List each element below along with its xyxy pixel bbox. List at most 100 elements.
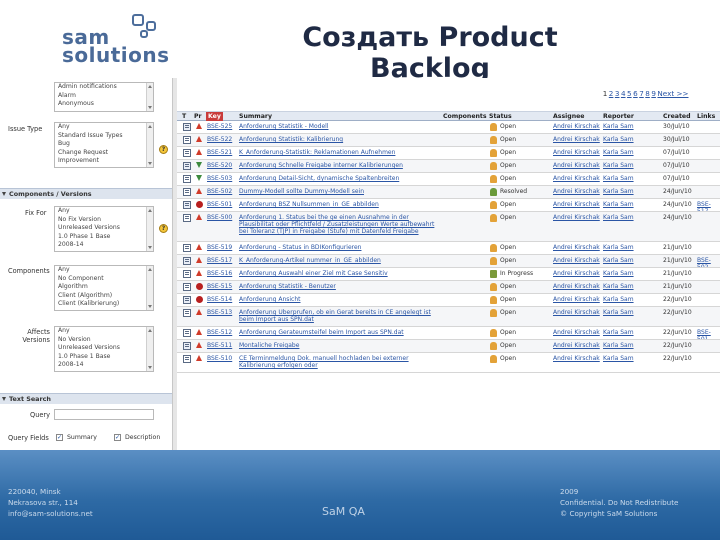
assignee-link[interactable]: Andrei Kirschak [553, 175, 600, 182]
issue-type-option[interactable]: Any [55, 123, 153, 132]
assignee-link[interactable]: Andrei Kirschak [553, 201, 600, 208]
col-status[interactable]: Status [489, 112, 512, 121]
page-link[interactable]: 1 [603, 89, 608, 98]
page-link[interactable]: 5 [627, 89, 632, 98]
scrollbar[interactable] [146, 207, 153, 251]
issue-summary-link[interactable]: Anforderung 1. Status bei the ge einen A… [239, 214, 439, 236]
assignee-link[interactable]: Andrei Kirschak [553, 162, 600, 169]
scrollbar[interactable] [146, 327, 153, 371]
reporter-link[interactable]: Karla Sam [603, 162, 634, 169]
component-option[interactable]: Algorithm [55, 283, 153, 292]
affects-version-option[interactable]: No Version [55, 336, 153, 345]
col-created[interactable]: Created [663, 112, 691, 121]
issue-summary-link[interactable]: Anforderung Statistik - Modell [239, 123, 439, 130]
reporter-link[interactable]: Karla Sam [603, 342, 634, 349]
project-list[interactable]: Admin notifications Alarm Anonymous [54, 82, 154, 112]
description-checkbox[interactable]: ✓ [114, 434, 121, 441]
table-row[interactable]: BSE-501 Anforderung BSZ Nullsummen_in_GE_… [177, 199, 720, 212]
affects-version-option[interactable]: 2008-14 [55, 361, 153, 370]
issue-type-list[interactable]: Any Standard Issue Types Bug Change Requ… [54, 122, 154, 168]
query-input[interactable] [54, 409, 154, 420]
col-links[interactable]: Links [697, 112, 715, 121]
affects-version-option[interactable]: Any [55, 327, 153, 336]
reporter-link[interactable]: Karla Sam [603, 244, 634, 251]
assignee-link[interactable]: Andrei Kirschak [553, 136, 600, 143]
issue-key-link[interactable]: BSE-517 [207, 257, 232, 264]
assignee-link[interactable]: Andrei Kirschak [553, 214, 600, 221]
issue-summary-link[interactable]: Anforderung Ansicht [239, 296, 439, 303]
project-option[interactable]: Alarm [55, 92, 153, 101]
issue-key-link[interactable]: BSE-513 [207, 309, 232, 316]
reporter-link[interactable]: Karla Sam [603, 309, 634, 316]
fix-for-list[interactable]: Any No Fix Version Unreleased Versions 1… [54, 206, 154, 252]
summary-checkbox[interactable]: ✓ [56, 434, 63, 441]
assignee-link[interactable]: Andrei Kirschak [553, 309, 600, 316]
page-link[interactable]: 3 [615, 89, 620, 98]
issue-key-link[interactable]: BSE-503 [207, 175, 232, 182]
fix-for-option[interactable]: Unreleased Versions [55, 224, 153, 233]
assignee-link[interactable]: Andrei Kirschak [553, 244, 600, 251]
reporter-link[interactable]: Karla Sam [603, 188, 634, 195]
table-row[interactable]: BSE-512 Anforderung Gerateumsteifel beim … [177, 327, 720, 340]
assignee-link[interactable]: Andrei Kirschak [553, 188, 600, 195]
reporter-link[interactable]: Karla Sam [603, 355, 634, 362]
project-option[interactable]: Admin notifications [55, 83, 153, 92]
table-row[interactable]: BSE-511 Montaliche Freigabe Open Andrei Kir… [177, 340, 720, 353]
issue-summary-link[interactable]: Dummy-Modell sollte Dummy-Modell sein [239, 188, 439, 195]
scrollbar[interactable] [146, 266, 153, 310]
assignee-link[interactable]: Andrei Kirschak [553, 342, 600, 349]
reporter-link[interactable]: Karla Sam [603, 257, 634, 264]
issue-key-link[interactable]: BSE-520 [207, 162, 232, 169]
issue-key-link[interactable]: BSE-519 [207, 244, 232, 251]
issue-summary-link[interactable]: Anforderung Statistik - Benutzer [239, 283, 439, 290]
reporter-link[interactable]: Karla Sam [603, 214, 634, 221]
page-link[interactable]: 4 [621, 89, 626, 98]
col-reporter[interactable]: Reporter [603, 112, 634, 121]
table-row[interactable]: BSE-519 Anforderung - Status in BDIKonfig… [177, 242, 720, 255]
issue-key-link[interactable]: BSE-500 [207, 214, 232, 221]
component-option[interactable]: Any [55, 266, 153, 275]
table-row[interactable]: BSE-520 Anforderung Schnelle Freigabe int… [177, 160, 720, 173]
issue-summary-link[interactable]: Anforderung Auswahl einer Ziel mit Case … [239, 270, 439, 277]
page-link[interactable]: 6 [633, 89, 638, 98]
issue-key-link[interactable]: BSE-516 [207, 270, 232, 277]
col-assignee[interactable]: Assignee [553, 112, 585, 121]
issue-summary-link[interactable]: Anforderung Gerateumsteifel beim Import … [239, 329, 439, 336]
issue-summary-link[interactable]: CE Terminmeldung Dok. manuell hochladen … [239, 355, 439, 369]
page-link[interactable]: 7 [639, 89, 644, 98]
col-key[interactable]: Key [206, 112, 223, 121]
page-link[interactable]: 9 [651, 89, 656, 98]
fix-for-option[interactable]: No Fix Version [55, 216, 153, 225]
issue-link[interactable]: BSE-517 [697, 201, 717, 211]
scrollbar[interactable] [146, 83, 153, 111]
issue-key-link[interactable]: BSE-525 [207, 123, 232, 130]
help-icon[interactable]: ? [159, 145, 168, 154]
assignee-link[interactable]: Andrei Kirschak [553, 149, 600, 156]
reporter-link[interactable]: Karla Sam [603, 201, 634, 208]
reporter-link[interactable]: Karla Sam [603, 149, 634, 156]
issue-summary-link[interactable]: Anforderung - Status in BDIKonfigurieren [239, 244, 439, 251]
issue-summary-link[interactable]: Anforderung Statistik: Kalibrierung [239, 136, 439, 143]
components-list[interactable]: Any No Component Algorithm Client (Algor… [54, 265, 154, 311]
fix-for-option[interactable]: Any [55, 207, 153, 216]
reporter-link[interactable]: Karla Sam [603, 123, 634, 130]
issue-type-option[interactable]: Bug [55, 140, 153, 149]
component-option[interactable]: No Component [55, 275, 153, 284]
help-icon[interactable]: ? [159, 224, 168, 233]
components-versions-section[interactable]: Components / Versions [0, 188, 172, 199]
project-option[interactable]: Anonymous [55, 100, 153, 109]
issue-summary-link[interactable]: Anforderung Schnelle Freigabe interner K… [239, 162, 439, 169]
issue-summary-link[interactable]: K_Anforderung-Artikel nummer_in_GE_abbil… [239, 257, 439, 264]
issue-summary-link[interactable]: Anforderung Uberprufen, ob ein Gerat ber… [239, 309, 439, 323]
table-row[interactable]: BSE-502 Dummy-Modell sollte Dummy-Modell … [177, 186, 720, 199]
page-link[interactable]: 2 [609, 89, 614, 98]
table-row[interactable]: BSE-510 CE Terminmeldung Dok. manuell hoc… [177, 353, 720, 373]
issue-key-link[interactable]: BSE-502 [207, 188, 232, 195]
issue-key-link[interactable]: BSE-511 [207, 342, 232, 349]
table-row[interactable]: BSE-503 Anforderung Detail-Sicht, dynamis… [177, 173, 720, 186]
affects-versions-list[interactable]: Any No Version Unreleased Versions 1.0 P… [54, 326, 154, 372]
issue-key-link[interactable]: BSE-521 [207, 149, 232, 156]
issue-key-link[interactable]: BSE-510 [207, 355, 232, 362]
issue-summary-link[interactable]: Anforderung BSZ Nullsummen_in_GE_abbilde… [239, 201, 439, 208]
affects-version-option[interactable]: Unreleased Versions [55, 344, 153, 353]
